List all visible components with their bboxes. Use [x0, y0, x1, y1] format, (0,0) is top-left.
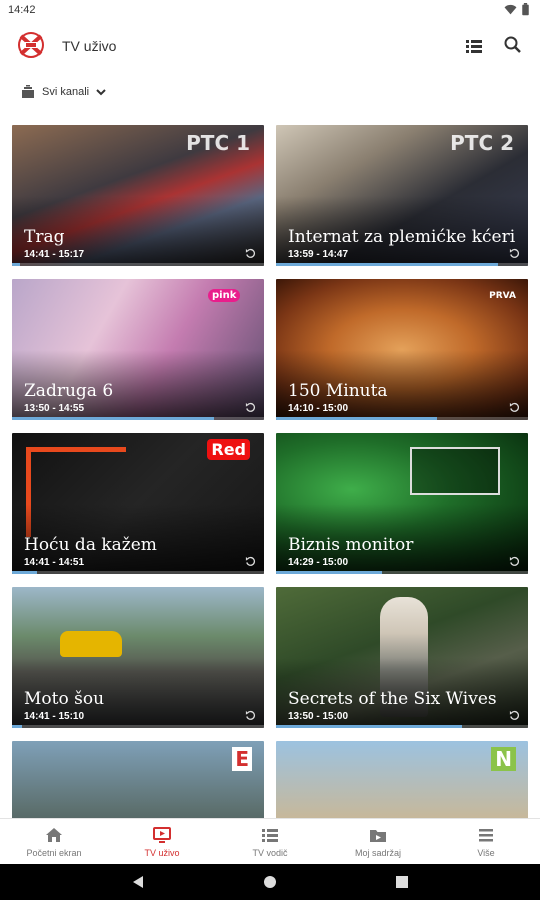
- channel-logo: E: [232, 747, 252, 771]
- channel-logo: РТС 2: [450, 131, 514, 155]
- search-icon[interactable]: [503, 35, 523, 55]
- nav-item-tv-live[interactable]: TV uživo: [108, 819, 216, 865]
- nav-item-home[interactable]: Početni ekran: [0, 819, 108, 865]
- program-time: 13:50 - 15:00: [288, 711, 349, 722]
- progress-track: [276, 725, 528, 728]
- replay-icon[interactable]: [245, 556, 256, 567]
- replay-icon[interactable]: [509, 248, 520, 259]
- list-icon[interactable]: [464, 36, 484, 56]
- thumbnail-sign: [410, 447, 500, 495]
- progress-bar: [12, 571, 38, 574]
- program-time: 13:50 - 14:55: [24, 403, 85, 414]
- progress-track: [276, 417, 528, 420]
- replay-icon[interactable]: [245, 402, 256, 413]
- replay-icon[interactable]: [509, 402, 520, 413]
- progress-track: [276, 263, 528, 266]
- progress-bar: [276, 263, 498, 266]
- tv-icon: [153, 827, 171, 843]
- program-thumbnail: [12, 741, 264, 818]
- status-icons: [504, 3, 530, 16]
- program-card[interactable]: Biznis monitor 14:29 - 15:00: [276, 433, 528, 574]
- program-time: 14:41 - 14:51: [24, 557, 85, 568]
- replay-icon[interactable]: [245, 248, 256, 259]
- menu-icon: [479, 829, 493, 842]
- channel-logo: РТС 1: [186, 131, 250, 155]
- progress-track: [12, 263, 264, 266]
- progress-bar: [12, 725, 23, 728]
- nav-label: TV vodič: [252, 848, 288, 858]
- back-icon[interactable]: [131, 875, 145, 889]
- app-bar: TV uživo: [0, 22, 540, 72]
- nav-item-more[interactable]: Više: [432, 819, 540, 865]
- program-title: 150 Minuta: [288, 381, 388, 401]
- program-title: Secrets of the Six Wives: [288, 689, 497, 709]
- nav-label: TV uživo: [144, 848, 180, 858]
- program-time: 14:41 - 15:10: [24, 711, 85, 722]
- program-title: Biznis monitor: [288, 535, 414, 555]
- progress-track: [12, 571, 264, 574]
- channel-filter[interactable]: Svi kanali: [20, 82, 107, 102]
- nav-item-my-content[interactable]: Moj sadržaj: [324, 819, 432, 865]
- chevron-down-icon: [96, 89, 106, 96]
- system-nav-bar: [0, 864, 540, 900]
- program-card[interactable]: PRVA 150 Minuta 14:10 - 15:00: [276, 279, 528, 420]
- page-title: TV uživo: [62, 38, 117, 54]
- program-card[interactable]: pink Zadruga 6 13:50 - 14:55: [12, 279, 264, 420]
- program-card[interactable]: N: [276, 741, 528, 818]
- channel-filter-label: Svi kanali: [42, 86, 90, 98]
- program-title: Internat za plemićke kćeri: [288, 227, 516, 247]
- progress-bar: [12, 417, 214, 420]
- program-card[interactable]: Secrets of the Six Wives 13:50 - 15:00: [276, 587, 528, 728]
- live-grid: РТС 1 Trag 14:41 - 15:17 РТС 2 Internat …: [12, 125, 528, 818]
- app-logo-icon[interactable]: [16, 32, 46, 58]
- channel-logo: PRVA: [489, 291, 516, 301]
- nav-label: Više: [477, 848, 495, 858]
- program-card[interactable]: Red Hoću da kažem 14:41 - 14:51: [12, 433, 264, 574]
- program-card[interactable]: РТС 2 Internat za plemićke kćeri 13:59 -…: [276, 125, 528, 266]
- progress-bar: [276, 571, 382, 574]
- program-title: Hoću da kažem: [24, 535, 157, 555]
- program-time: 14:29 - 15:00: [288, 557, 349, 568]
- home-icon: [46, 828, 62, 842]
- program-time: 14:10 - 15:00: [288, 403, 349, 414]
- bottom-nav: Početni ekran TV uživo TV vodič Moj sadr…: [0, 818, 540, 864]
- program-card[interactable]: E: [12, 741, 264, 818]
- nav-label: Početni ekran: [26, 848, 82, 858]
- guide-icon: [262, 829, 278, 842]
- wifi-icon: [504, 4, 517, 15]
- status-time: 14:42: [8, 4, 36, 16]
- program-title: Zadruga 6: [24, 381, 114, 401]
- progress-bar: [12, 263, 20, 266]
- progress-bar: [276, 725, 463, 728]
- progress-track: [12, 725, 264, 728]
- program-title: Moto šou: [24, 689, 105, 709]
- program-time: 14:41 - 15:17: [24, 249, 85, 260]
- channel-logo: N: [491, 747, 516, 771]
- home-button-icon[interactable]: [263, 875, 277, 889]
- channels-icon: [22, 85, 34, 98]
- progress-bar: [276, 417, 438, 420]
- program-thumbnail: [276, 741, 528, 818]
- status-bar: 14:42: [0, 0, 540, 22]
- battery-icon: [522, 3, 529, 16]
- program-card[interactable]: РТС 1 Trag 14:41 - 15:17: [12, 125, 264, 266]
- channel-logo: pink: [208, 289, 241, 302]
- program-time: 13:59 - 14:47: [288, 249, 349, 260]
- nav-item-tv-guide[interactable]: TV vodič: [216, 819, 324, 865]
- program-title: Trag: [24, 227, 65, 247]
- replay-icon[interactable]: [245, 710, 256, 721]
- program-card[interactable]: Moto šou 14:41 - 15:10: [12, 587, 264, 728]
- nav-label: Moj sadržaj: [354, 848, 401, 858]
- replay-icon[interactable]: [509, 710, 520, 721]
- progress-track: [12, 417, 264, 420]
- progress-track: [276, 571, 528, 574]
- channel-logo: Red: [207, 439, 250, 460]
- replay-icon[interactable]: [509, 556, 520, 567]
- folder-icon: [370, 830, 386, 842]
- recents-icon[interactable]: [395, 875, 409, 889]
- thumbnail-car: [60, 631, 122, 657]
